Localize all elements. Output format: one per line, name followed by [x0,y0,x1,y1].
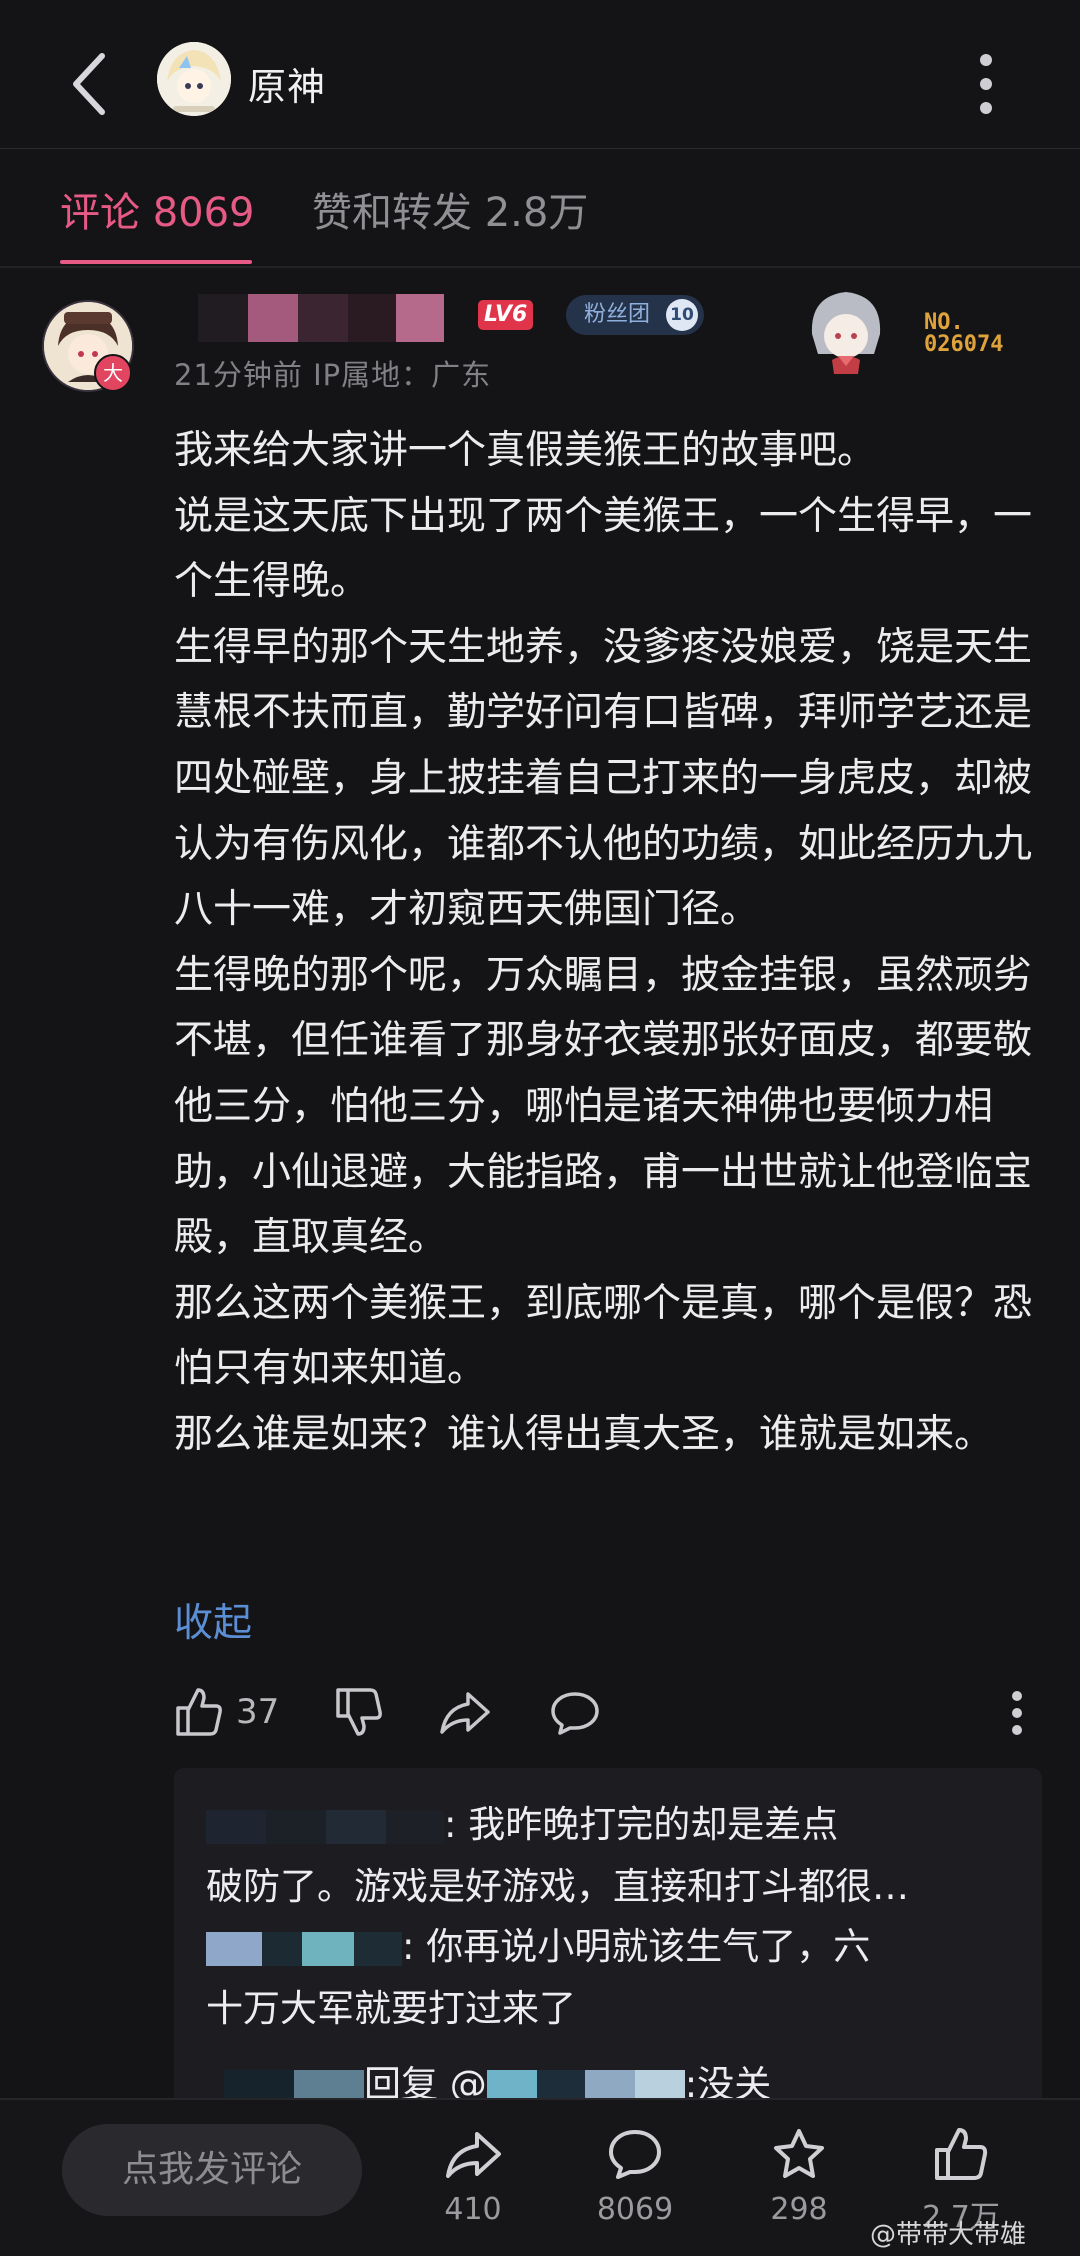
reply-text-continued: 破防了。游戏是好游戏，直接和打斗都很… [206,1865,909,1908]
more-menu-button[interactable] [978,52,994,116]
reply-item[interactable]: : 你再说小明就该生气了，六 [206,1916,870,1970]
thumbs-up-icon [176,1688,222,1736]
reply-text: : 你再说小明就该生气了，六 [402,1925,871,1968]
reply-item[interactable]: : 我昨晚打完的却是差点 [206,1794,838,1848]
like-button[interactable] [174,1686,224,1738]
comment-icon [609,2130,661,2179]
more-vertical-icon [980,54,992,114]
watermark: @带带大带雄 [870,2220,1027,2250]
fan-club-badge: 粉丝团 10 [566,295,705,335]
comment-paragraph: 那么这两个美猴王，到底哪个是真，哪个是假？恐怕只有如来知道。 [174,1280,1033,1392]
tab-likes-shares[interactable]: 赞和转发 2.8万 [312,180,588,238]
divider [0,266,1080,268]
reply-text: : 我昨晚打完的却是差点 [444,1803,839,1846]
comment-input[interactable]: 点我发评论 [62,2124,362,2216]
share-count: 410 [444,2192,502,2227]
decoration-card [798,282,894,378]
username-redacted[interactable] [198,294,444,342]
thumbs-down-icon [336,1688,382,1736]
reply-username-redacted [206,1809,266,1844]
reply-preview-box[interactable]: : 我昨晚打完的却是差点 破防了。游戏是好游戏，直接和打斗都很… : 你再说小明… [174,1768,1042,2128]
reply-username-redacted [206,1931,262,1966]
page-title: 原神 [248,65,327,109]
comment-paragraph: 我来给大家讲一个真假美猴王的故事吧。 [174,428,877,473]
comment-paragraph: 生得晚的那个呢，万众瞩目，披金挂银，虽然顽劣不堪，但任谁看了那身好衣裳那张好面皮… [174,952,1033,1261]
decoration-character-icon [811,292,881,374]
decoration-number-prefix: NO. [924,310,964,335]
collapse-link[interactable]: 收起 [174,1592,252,1648]
fan-club-level: 10 [666,299,699,331]
comment-paragraph: 说是这天底下出现了两个美猴王，一个生得早，一个生得晚。 [174,493,1033,605]
bottom-share-button[interactable]: 410 [418,2126,528,2227]
star-icon [774,2129,824,2178]
app-avatar[interactable] [157,42,231,116]
comment-text: 我来给大家讲一个真假美猴王的故事吧。 说是这天底下出现了两个美猴王，一个生得早，… [174,418,1036,1468]
decoration-number: NO. 026074 [924,312,1003,356]
favorite-count: 298 [770,2192,828,2227]
reply-text-continued: 十万大军就要打过来了 [206,1987,576,2030]
user-badge: 大 [94,354,132,392]
share-icon [440,1692,490,1734]
chevron-left-icon [73,53,105,115]
share-button[interactable] [438,1686,492,1738]
bottom-comment-button[interactable]: 8069 [580,2126,690,2227]
comment-count: 8069 [596,2192,674,2227]
active-tab-indicator [60,260,252,264]
back-button[interactable] [62,46,122,122]
comment-paragraph: 那么谁是如来？谁认得出真大圣，谁就是如来。 [174,1411,994,1457]
bottom-favorite-button[interactable]: 298 [744,2126,854,2227]
reply-button[interactable] [548,1686,602,1738]
like-count: 37 [236,1692,280,1732]
dislike-button[interactable] [334,1686,384,1738]
decoration-number-value: 026074 [924,332,1004,357]
character-avatar-icon [157,42,231,116]
fan-club-label: 粉丝团 [584,302,651,327]
thumbs-up-icon [935,2128,988,2180]
comment-meta: 21分钟前 IP属地：广东 [174,358,492,392]
comment-icon [551,1692,599,1735]
comment-more-button[interactable] [1010,1690,1024,1736]
tab-comments[interactable]: 评论 8069 [60,180,255,238]
share-icon [446,2132,501,2178]
comment-paragraph: 生得早的那个天生地养，没爹疼没娘爱，饶是天生慧根不扶而直，勤学好问有口皆碑，拜师… [174,624,1033,933]
level-badge: LV6 [478,300,534,330]
more-vertical-icon [1012,1691,1022,1735]
